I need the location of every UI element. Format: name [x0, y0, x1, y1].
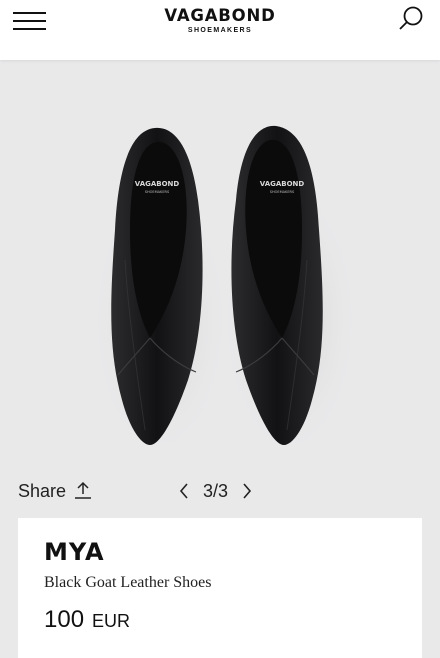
site-header: VAGABOND SHOEMAKERS — [0, 0, 440, 60]
search-icon[interactable] — [396, 4, 426, 34]
share-button[interactable]: Share — [18, 478, 92, 504]
right-insole-sub: SHOEMAKERS — [270, 190, 295, 194]
right-insole-brand: VAGABOND — [260, 180, 305, 188]
image-pager: 3/3 — [176, 478, 255, 504]
product-price: 100 EUR — [44, 606, 130, 634]
chevron-right-icon[interactable] — [239, 482, 255, 500]
price-currency: EUR — [92, 611, 131, 631]
product-description: Black Goat Leather Shoes — [44, 574, 212, 591]
brand-subtitle: SHOEMAKERS — [187, 27, 253, 34]
chevron-left-icon[interactable] — [176, 482, 192, 500]
share-upload-icon — [74, 481, 92, 501]
brand-logo[interactable]: VAGABOND SHOEMAKERS — [0, 6, 440, 34]
brand-name: VAGABOND — [164, 6, 276, 25]
product-name: MYA — [44, 538, 105, 566]
page-indicator: 3/3 — [203, 480, 229, 501]
share-label: Share — [18, 480, 67, 501]
price-value: 100 — [44, 606, 85, 633]
image-controls: Share 3/3 — [0, 468, 440, 518]
product-image[interactable]: VAGABOND SHOEMAKERS VAGABOND SHOEMAKERS — [0, 60, 440, 468]
product-info-card: MYA Black Goat Leather Shoes 100 EUR — [18, 518, 422, 658]
left-insole-brand: VAGABOND — [135, 180, 180, 188]
left-insole-sub: SHOEMAKERS — [145, 190, 170, 194]
